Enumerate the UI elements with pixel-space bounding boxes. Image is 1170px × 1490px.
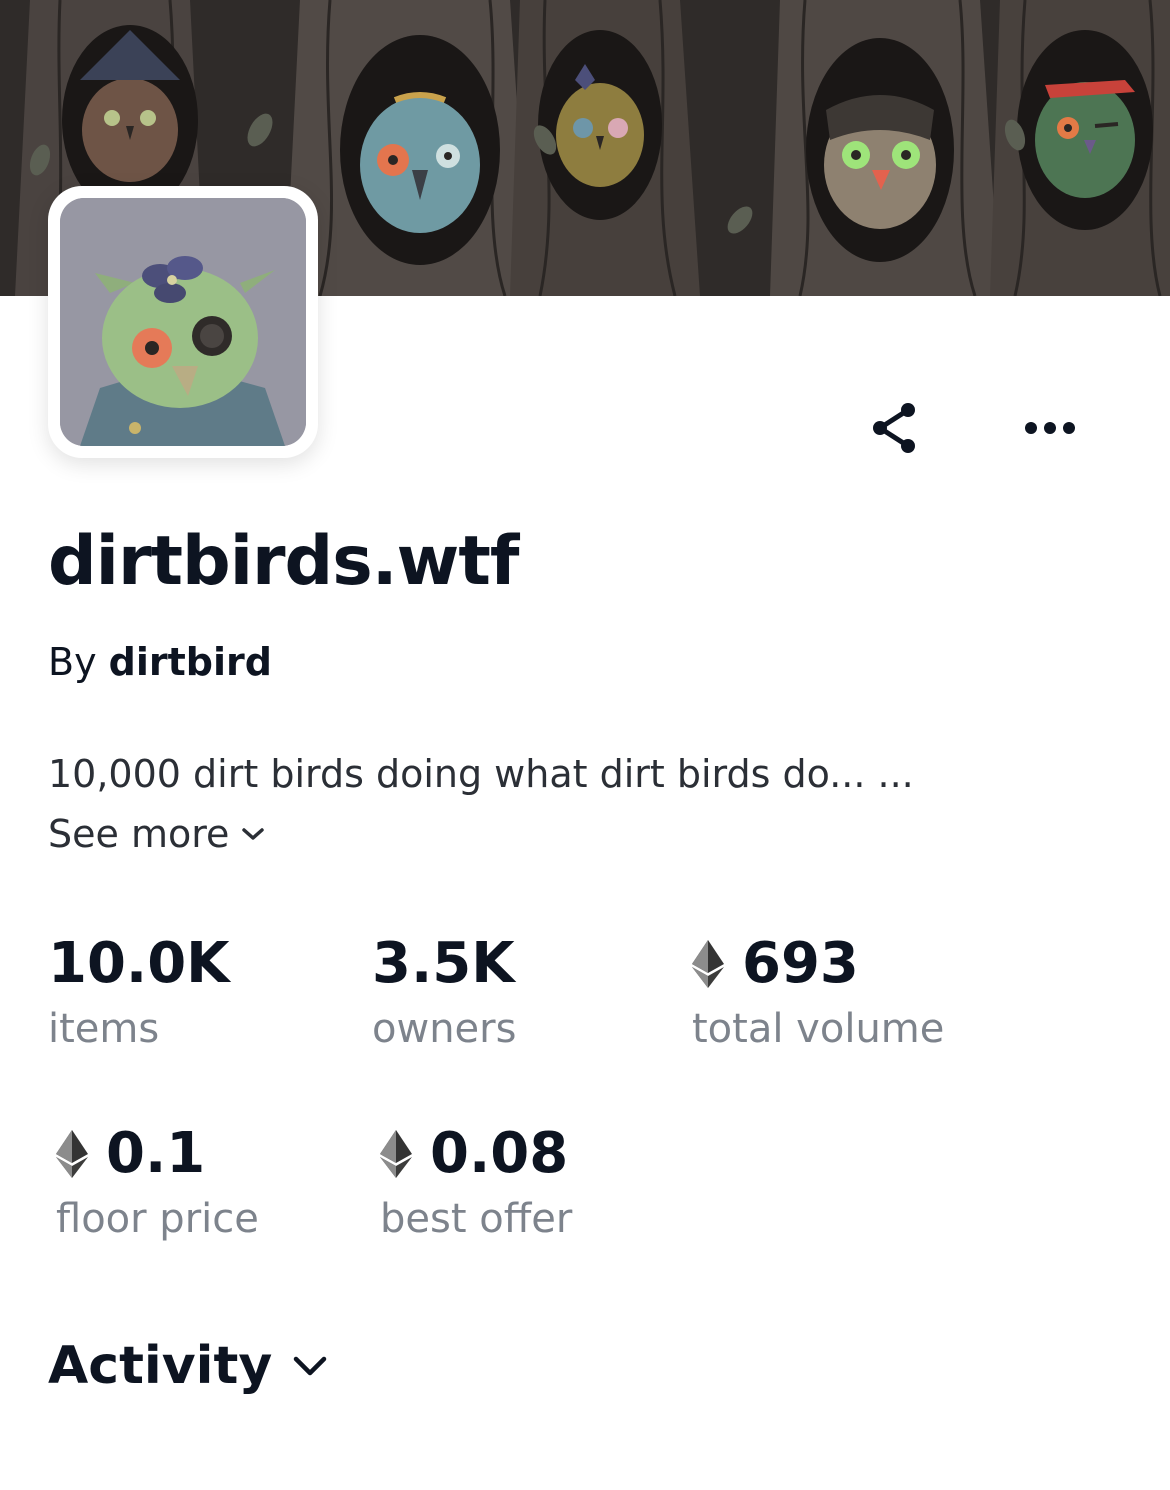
see-more-toggle[interactable]: See more [48,812,265,856]
see-more-label: See more [48,812,230,856]
stat-total-volume-label: total volume [692,1006,945,1052]
stat-items-label: items [48,1006,160,1052]
activity-section-toggle[interactable]: Activity [48,1336,328,1396]
share-icon [873,403,915,453]
ethereum-icon [380,1130,412,1178]
collection-description: 10,000 dirt birds doing what dirt birds … [48,752,914,796]
creator-line: By dirtbird [48,640,272,684]
share-button[interactable] [862,396,926,460]
ethereum-icon [56,1130,88,1178]
more-options-button[interactable] [1018,396,1082,460]
stat-floor-price: 0.1 floor price [56,1126,259,1242]
stat-best-offer-label: best offer [380,1196,573,1242]
stat-owners-label: owners [372,1006,517,1052]
stat-floor-price-value: 0.1 [106,1121,206,1186]
by-prefix: By [48,640,97,684]
stat-items-value: 10.0K [48,931,230,996]
collection-title: dirtbirds.wtf [48,522,519,601]
stat-owners-value: 3.5K [372,931,515,996]
stat-floor-price-label: floor price [56,1196,259,1242]
ethereum-icon [692,940,724,988]
stat-total-volume: 693 total volume [692,936,944,1052]
stat-owners: 3.5K owners [372,931,517,1053]
stat-best-offer-value: 0.08 [430,1121,569,1186]
stat-best-offer: 0.08 best offer [380,1126,572,1242]
chevron-down-icon [242,828,265,840]
activity-label: Activity [48,1336,273,1396]
more-options-icon [1025,422,1075,434]
stat-total-volume-value: 693 [742,931,859,996]
avatar-image [60,198,306,446]
collection-avatar [48,186,318,458]
creator-link[interactable]: dirtbird [109,640,272,684]
chevron-down-icon [293,1356,327,1376]
stat-items: 10.0K items [48,931,230,1053]
